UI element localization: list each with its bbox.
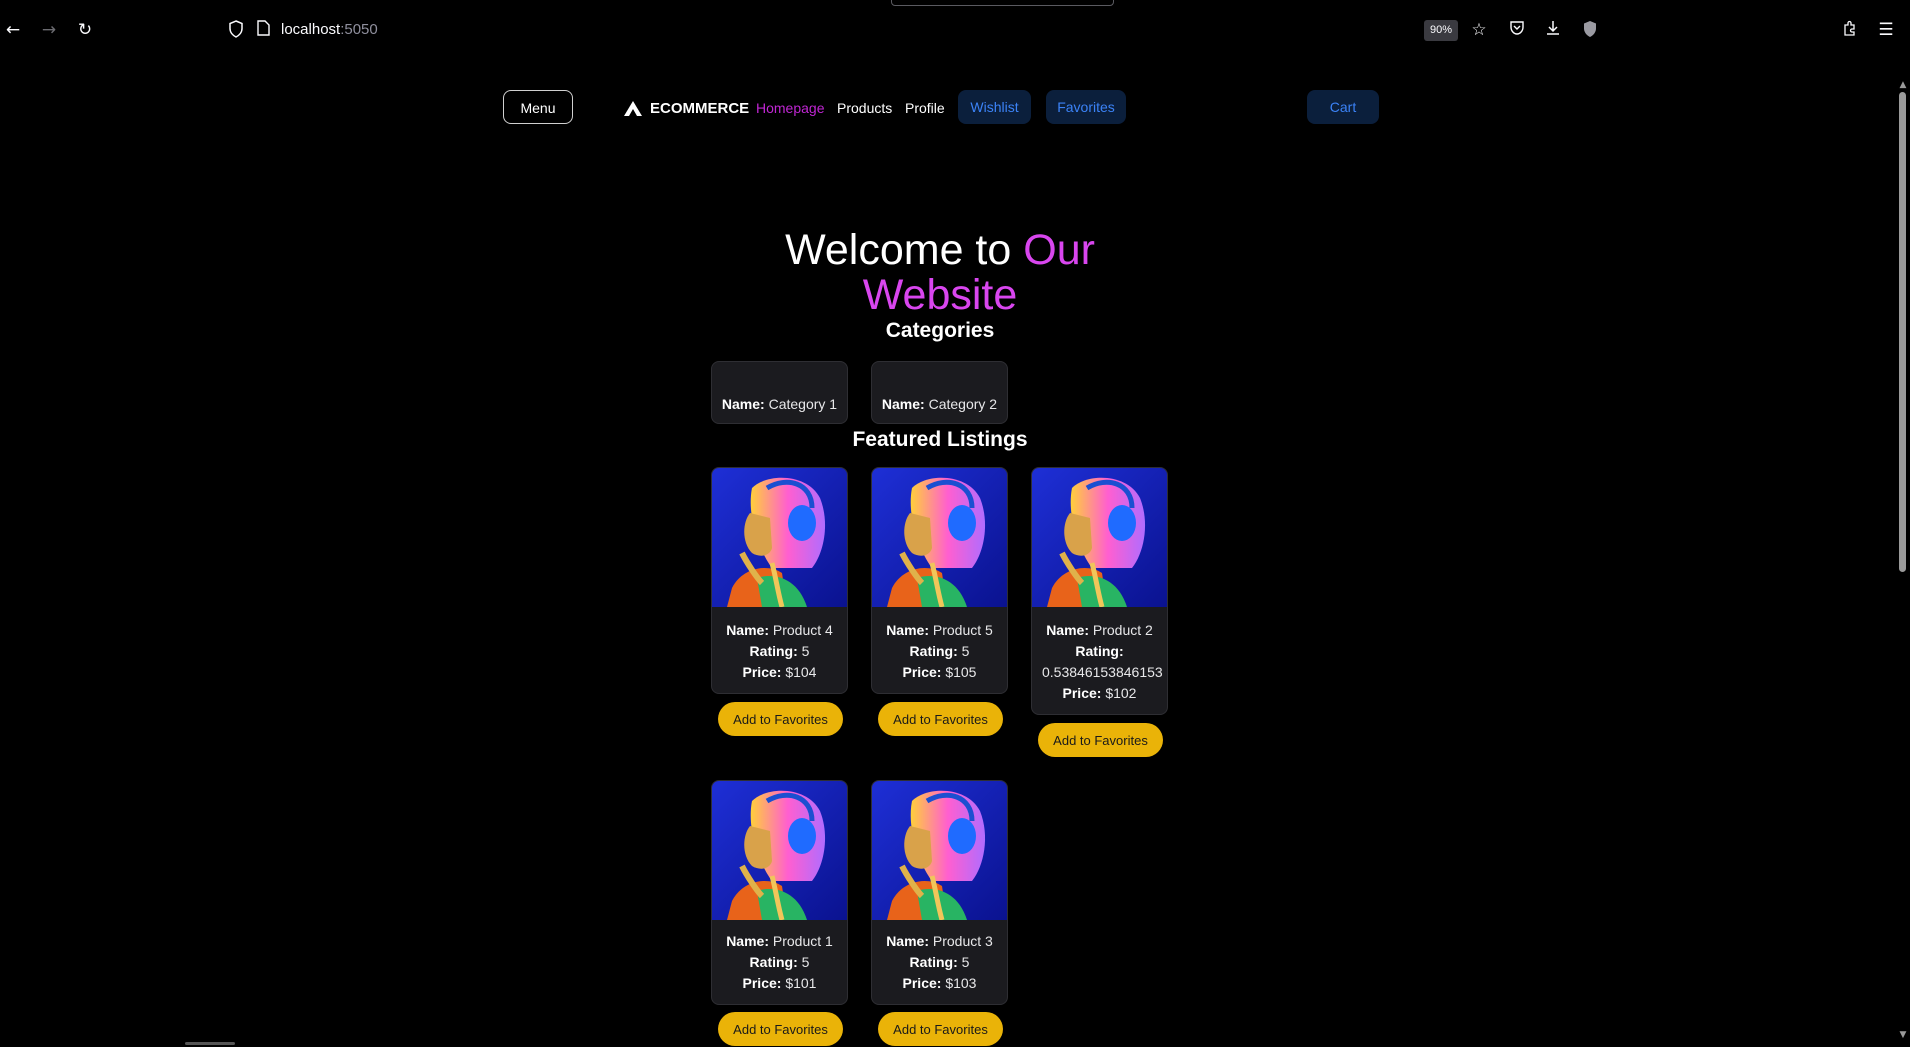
product-name: Product 3 [932,933,993,949]
product-rating: 5 [801,954,810,970]
add-to-favorites-button[interactable]: Add to Favorites [1038,723,1163,757]
price-label: Price: [742,975,782,991]
price-label: Price: [1062,685,1102,701]
add-to-favorites-button[interactable]: Add to Favorites [718,1012,843,1046]
product-price: $101 [785,975,817,991]
product-card[interactable]: Name: Product 5 Rating: 5 Price: $105 [871,467,1008,694]
product-rating: 0.53846153846153 [1042,664,1163,680]
nav-link-homepage[interactable]: Homepage [756,97,825,119]
product-card[interactable]: Name: Product 1 Rating: 5 Price: $101 [711,780,848,1005]
nav-link-products[interactable]: Products [837,97,892,119]
rating-label: Rating: [909,643,958,659]
nav-link-profile[interactable]: Profile [905,97,945,119]
favorites-button[interactable]: Favorites [1046,90,1126,124]
brand-logo[interactable]: ECOMMERCE [624,97,749,119]
product-image[interactable] [872,468,1008,607]
category-card[interactable]: Name: Category 2 [871,361,1008,424]
url-port: :5050 [340,21,378,38]
rating-label: Rating: [749,643,798,659]
categories-heading: Categories [885,319,995,342]
cart-button[interactable]: Cart [1307,90,1379,124]
rating-label: Rating: [749,954,798,970]
extensions-icon[interactable] [1840,20,1860,40]
product-rating: 5 [961,954,970,970]
rating-label: Rating: [909,954,958,970]
scroll-down-arrow-icon[interactable]: ▼ [1896,1030,1910,1040]
page-scrollbar[interactable]: ▲ ▼ [1896,80,1910,1046]
featured-heading: Featured Listings [852,428,1028,451]
download-icon[interactable] [1543,20,1563,40]
add-to-favorites-button[interactable]: Add to Favorites [878,702,1003,736]
name-label: Name: [881,396,925,412]
pocket-icon[interactable] [1507,20,1527,40]
price-label: Price: [742,664,782,680]
name-label: Name: [886,622,929,638]
horizontal-scroll-thumb[interactable] [185,1042,235,1045]
product-price: $105 [945,664,977,680]
product-image[interactable] [712,468,848,607]
extension-shield-icon[interactable] [1580,20,1600,40]
price-label: Price: [902,664,942,680]
back-icon[interactable]: ← [3,20,23,40]
hero-title-accent-1: Our [1023,226,1095,274]
product-rating: 5 [961,643,970,659]
browser-toolbar: ← → ↻ localhost:5050 90% ☆ ☰ [0,0,1910,60]
product-card[interactable]: Name: Product 2 Rating: 0.53846153846153… [1031,467,1168,715]
brand-logo-icon [624,100,642,116]
hamburger-menu-icon[interactable]: ☰ [1876,20,1896,40]
category-name: Category 2 [928,396,998,412]
scroll-up-arrow-icon[interactable]: ▲ [1896,80,1910,90]
product-image[interactable] [1032,468,1168,607]
product-price: $103 [945,975,977,991]
rating-label: Rating: [1075,643,1124,659]
reload-icon[interactable]: ↻ [75,20,95,40]
product-image[interactable] [712,781,848,920]
shield-icon[interactable] [226,20,246,40]
find-bar-edge [891,0,1114,6]
hero-title-accent-2: Website [862,271,1018,319]
product-name: Product 1 [772,933,833,949]
product-card[interactable]: Name: Product 4 Rating: 5 Price: $104 [711,467,848,694]
page-icon [253,20,273,40]
product-image[interactable] [872,781,1008,920]
name-label: Name: [721,396,765,412]
product-name: Product 5 [932,622,993,638]
menu-button[interactable]: Menu [503,90,573,124]
forward-icon[interactable]: → [39,20,59,40]
product-rating: 5 [801,643,810,659]
wishlist-button[interactable]: Wishlist [958,90,1031,124]
name-label: Name: [726,622,769,638]
zoom-badge[interactable]: 90% [1424,20,1458,41]
product-name: Product 2 [1092,622,1153,638]
name-label: Name: [1046,622,1089,638]
name-label: Name: [886,933,929,949]
url-bar[interactable]: localhost:5050 [281,20,378,40]
product-card[interactable]: Name: Product 3 Rating: 5 Price: $103 [871,780,1008,1005]
price-label: Price: [902,975,942,991]
star-icon[interactable]: ☆ [1469,20,1489,40]
category-name: Category 1 [768,396,838,412]
product-price: $104 [785,664,817,680]
hero-title: Welcome to Our Website [740,228,1140,318]
category-card[interactable]: Name: Category 1 [711,361,848,424]
product-price: $102 [1105,685,1137,701]
url-host: localhost [281,21,341,38]
product-name: Product 4 [772,622,833,638]
brand-name: ECOMMERCE [650,99,750,117]
scroll-thumb[interactable] [1899,92,1906,572]
add-to-favorites-button[interactable]: Add to Favorites [718,702,843,736]
add-to-favorites-button[interactable]: Add to Favorites [878,1012,1003,1046]
hero-title-plain: Welcome to [785,226,1024,274]
name-label: Name: [726,933,769,949]
